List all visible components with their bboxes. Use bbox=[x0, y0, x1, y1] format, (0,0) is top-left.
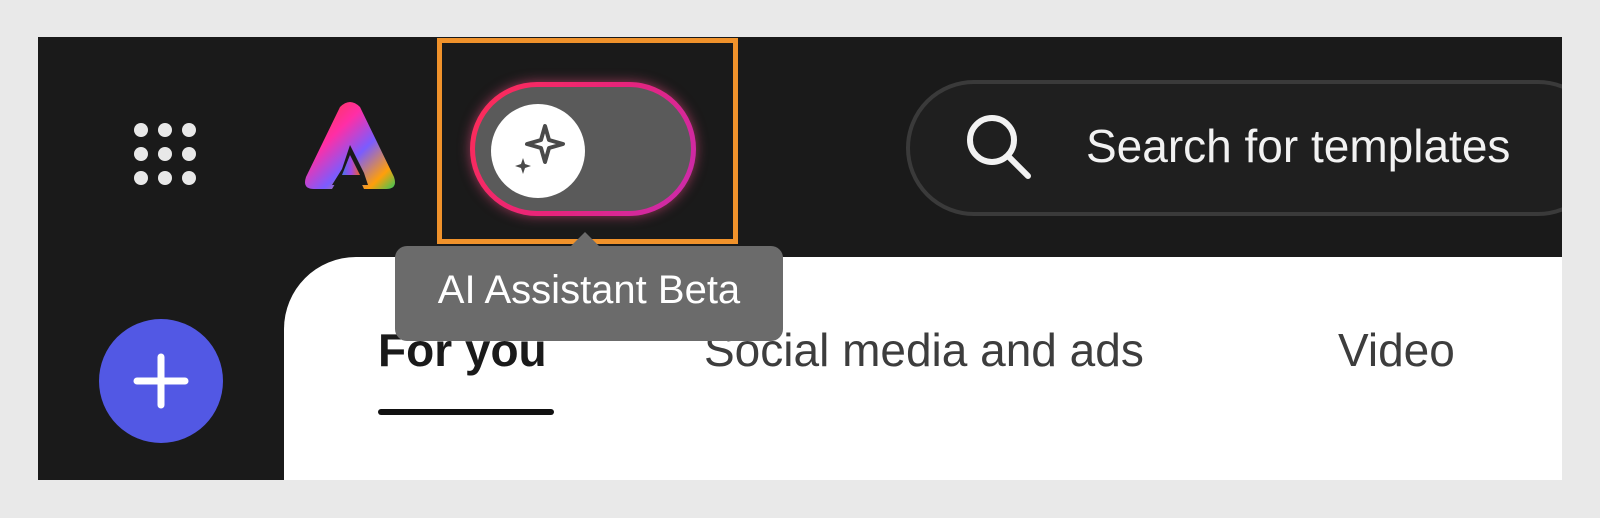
tab-video[interactable]: Video bbox=[1338, 323, 1455, 377]
active-tab-indicator bbox=[378, 409, 554, 415]
search-input[interactable]: Search for templates bbox=[906, 80, 1562, 216]
create-new-button[interactable] bbox=[99, 319, 223, 443]
tooltip-text: AI Assistant Beta bbox=[437, 268, 741, 312]
app-window: Search for templates For you Social medi… bbox=[38, 37, 1562, 480]
adobe-express-logo[interactable] bbox=[302, 99, 398, 195]
plus-icon bbox=[133, 353, 189, 409]
apps-grid-icon[interactable] bbox=[132, 121, 198, 187]
search-placeholder: Search for templates bbox=[1086, 120, 1511, 172]
ai-assistant-tooltip: AI Assistant Beta bbox=[395, 232, 783, 341]
highlight-box bbox=[437, 38, 738, 244]
search-icon bbox=[967, 115, 1031, 179]
tooltip-arrow bbox=[571, 232, 599, 246]
